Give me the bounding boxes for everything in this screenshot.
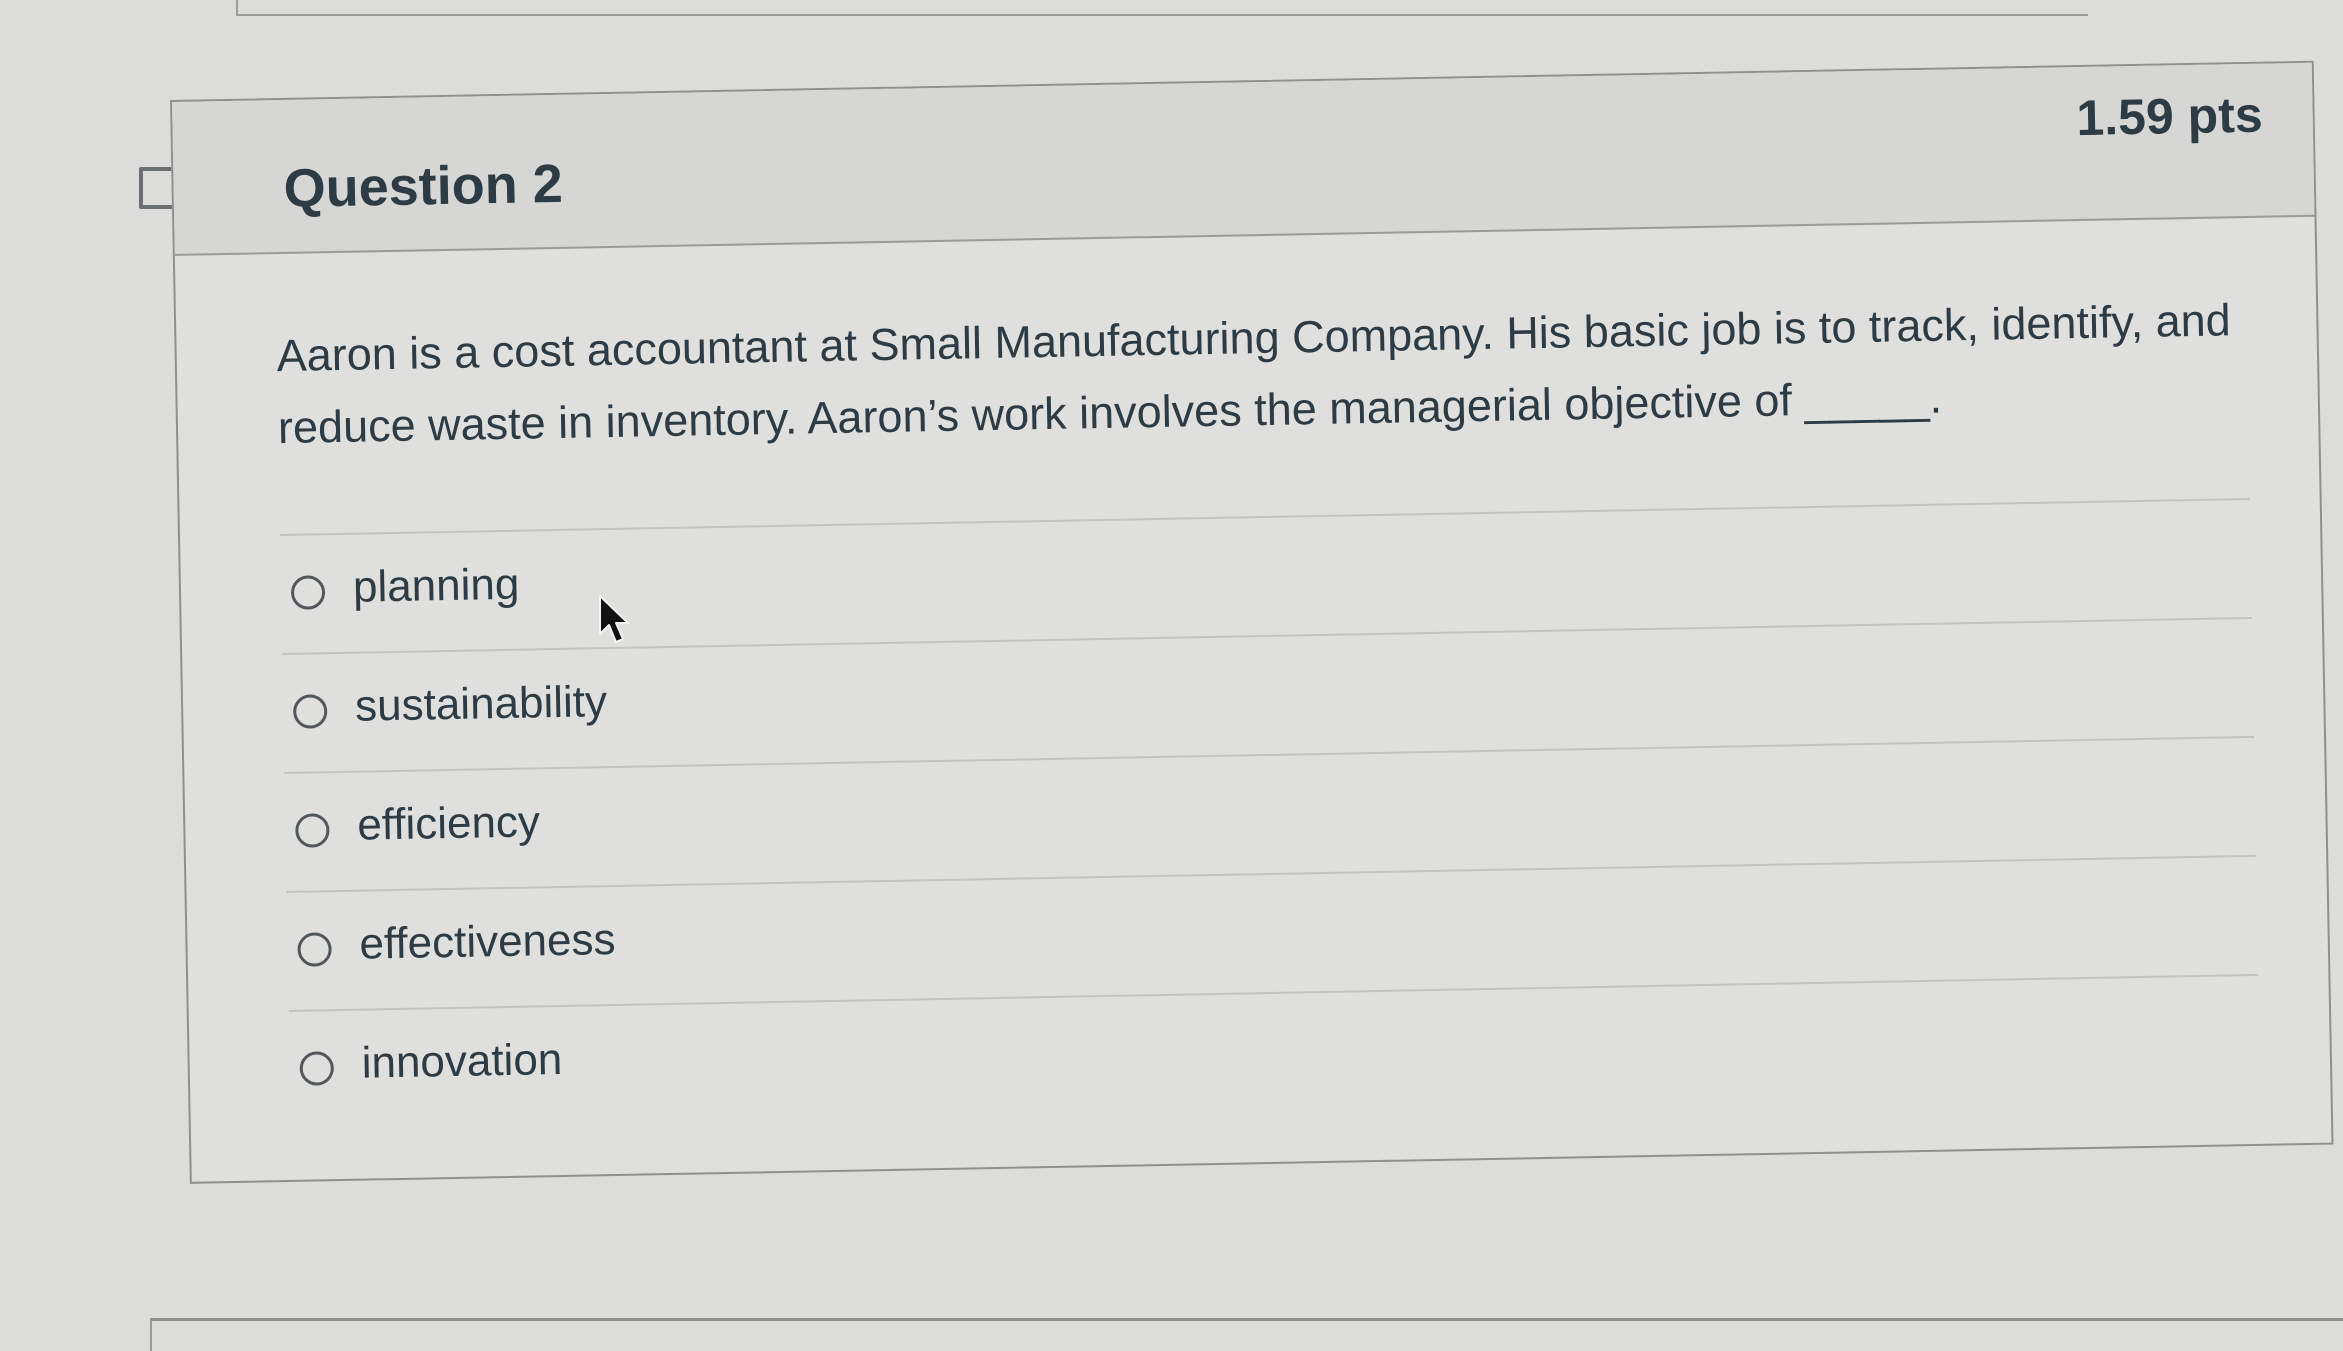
answer-list: planning sustainability efficiency effec… xyxy=(280,499,2261,1129)
question-text: Aaron is a cost accountant at Small Manu… xyxy=(276,294,2232,454)
answer-label: innovation xyxy=(361,1034,563,1088)
answer-label: effectiveness xyxy=(359,914,616,969)
question-title: Question 2 xyxy=(283,153,564,219)
question-card: Question 2 1.59 pts Aaron is a cost acco… xyxy=(170,60,2334,1184)
answer-label: sustainability xyxy=(354,677,608,731)
answer-label: efficiency xyxy=(356,797,541,850)
question-body: Aaron is a cost accountant at Small Manu… xyxy=(276,284,2260,1129)
radio-button[interactable] xyxy=(290,575,326,610)
next-question-card-edge xyxy=(150,1318,2343,1351)
previous-question-card-edge xyxy=(236,0,2088,16)
radio-button[interactable] xyxy=(295,813,330,848)
question-points: 1.59 pts xyxy=(2075,86,2264,147)
mouse-pointer-icon xyxy=(598,594,632,646)
radio-button[interactable] xyxy=(299,1051,335,1086)
answer-label: planning xyxy=(352,559,520,612)
radio-button[interactable] xyxy=(292,694,328,729)
radio-button[interactable] xyxy=(297,932,332,967)
question-header: Question 2 1.59 pts xyxy=(172,62,2315,256)
